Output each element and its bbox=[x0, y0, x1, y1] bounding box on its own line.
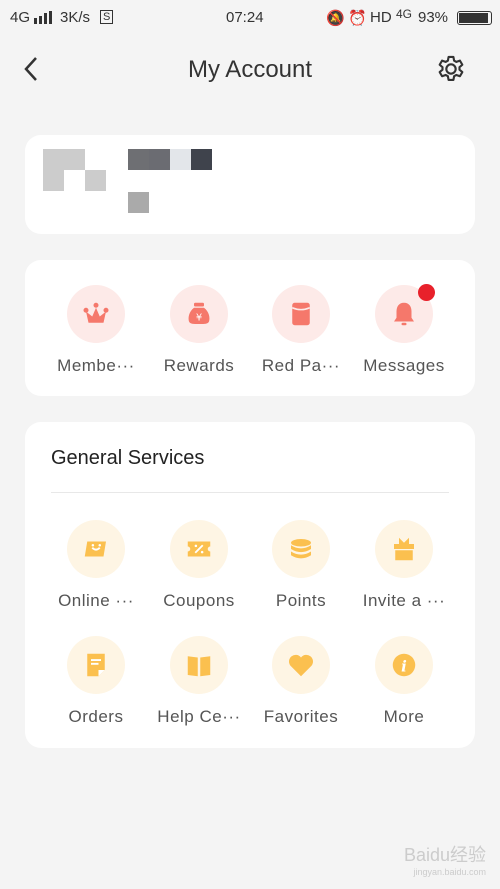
icon-circle bbox=[272, 520, 330, 578]
item-rewards[interactable]: ¥ Rewards bbox=[149, 285, 249, 376]
coins-icon bbox=[291, 539, 311, 559]
baidu-watermark-logo: Baidu经验 jingyan.baidu.com bbox=[403, 845, 486, 877]
item-red-pa[interactable]: Red Pa··· bbox=[251, 285, 351, 376]
red-packet-icon bbox=[291, 302, 311, 326]
item-membe[interactable]: Membe··· bbox=[46, 285, 146, 376]
battery-level: 93% bbox=[418, 9, 449, 26]
item-favorites[interactable]: Favorites bbox=[251, 636, 351, 727]
icon-circle: i bbox=[375, 636, 433, 694]
item-label: Favorites bbox=[263, 707, 339, 726]
icon-circle bbox=[170, 636, 228, 694]
settings-gear-icon[interactable] bbox=[434, 52, 468, 86]
hd-indicator: HD bbox=[370, 9, 392, 26]
item-help-ce[interactable]: Help Ce··· bbox=[149, 636, 249, 727]
item-label: Coupons bbox=[163, 591, 235, 610]
item-points[interactable]: Points bbox=[251, 520, 351, 611]
item-label: More bbox=[383, 707, 425, 726]
status-bar: 4G 3K/s S 07:24 🔕 ⏰ HD 4G 93% bbox=[0, 0, 500, 36]
clock: 07:24 bbox=[226, 9, 264, 26]
icon-circle bbox=[375, 284, 435, 343]
icon-circle bbox=[67, 636, 125, 694]
network-indicator: 4G bbox=[10, 9, 31, 26]
general-services-card: General Services Online ··· Coupons Points… bbox=[25, 422, 475, 748]
icon-circle: ¥ bbox=[170, 285, 228, 343]
item-coupons[interactable]: Coupons bbox=[149, 520, 249, 611]
icon-circle bbox=[272, 636, 330, 694]
svg-text:¥: ¥ bbox=[196, 312, 202, 323]
item-label: Membe··· bbox=[57, 356, 135, 375]
profile-card[interactable] bbox=[25, 135, 475, 234]
network2-indicator: 4G bbox=[396, 7, 413, 21]
item-online[interactable]: Online ··· bbox=[46, 520, 146, 611]
item-label: Points bbox=[275, 591, 327, 610]
item-orders[interactable]: Orders bbox=[46, 636, 146, 727]
quick-actions-card: Membe··· ¥ Rewards Red Pa··· Messages bbox=[25, 260, 475, 396]
item-more[interactable]: i More bbox=[354, 636, 454, 727]
mute-icon: 🔕 bbox=[326, 10, 345, 27]
crown-icon bbox=[83, 302, 109, 323]
item-label: Red Pa··· bbox=[261, 356, 341, 375]
divider bbox=[51, 492, 449, 493]
page-title: My Account bbox=[187, 56, 313, 83]
icon-circle bbox=[170, 520, 228, 578]
unread-badge bbox=[418, 284, 435, 301]
network-speed: 3K/s bbox=[60, 9, 91, 26]
item-label: Rewards bbox=[163, 356, 235, 375]
item-label: Messages bbox=[363, 356, 445, 375]
heart-icon bbox=[288, 654, 314, 677]
coupon-icon bbox=[187, 541, 211, 557]
icon-circle bbox=[272, 285, 330, 343]
svg-text:i: i bbox=[401, 657, 407, 675]
smile-card-icon bbox=[84, 541, 106, 557]
battery-icon bbox=[457, 11, 492, 25]
icon-circle bbox=[375, 520, 433, 578]
item-label: Help Ce··· bbox=[157, 707, 241, 726]
alarm-icon: ⏰ bbox=[348, 10, 367, 27]
item-invite-a[interactable]: Invite a ··· bbox=[354, 520, 454, 611]
book-icon bbox=[187, 656, 211, 677]
icon-circle bbox=[67, 285, 125, 343]
item-messages[interactable]: Messages bbox=[354, 284, 454, 376]
bell-icon bbox=[394, 302, 414, 326]
item-label: Invite a ··· bbox=[362, 591, 446, 610]
gift-icon bbox=[394, 537, 414, 561]
money-bag-icon: ¥ bbox=[188, 302, 210, 324]
item-label: Orders bbox=[68, 707, 124, 726]
signal-icon bbox=[34, 11, 52, 28]
document-icon bbox=[87, 653, 105, 677]
navigation-bar: My Account bbox=[0, 44, 500, 96]
item-label: Online ··· bbox=[58, 591, 134, 610]
icon-circle bbox=[67, 520, 125, 578]
section-title: General Services bbox=[51, 447, 205, 469]
info-icon: i bbox=[392, 653, 416, 677]
app-notification-icon: S bbox=[100, 10, 114, 24]
